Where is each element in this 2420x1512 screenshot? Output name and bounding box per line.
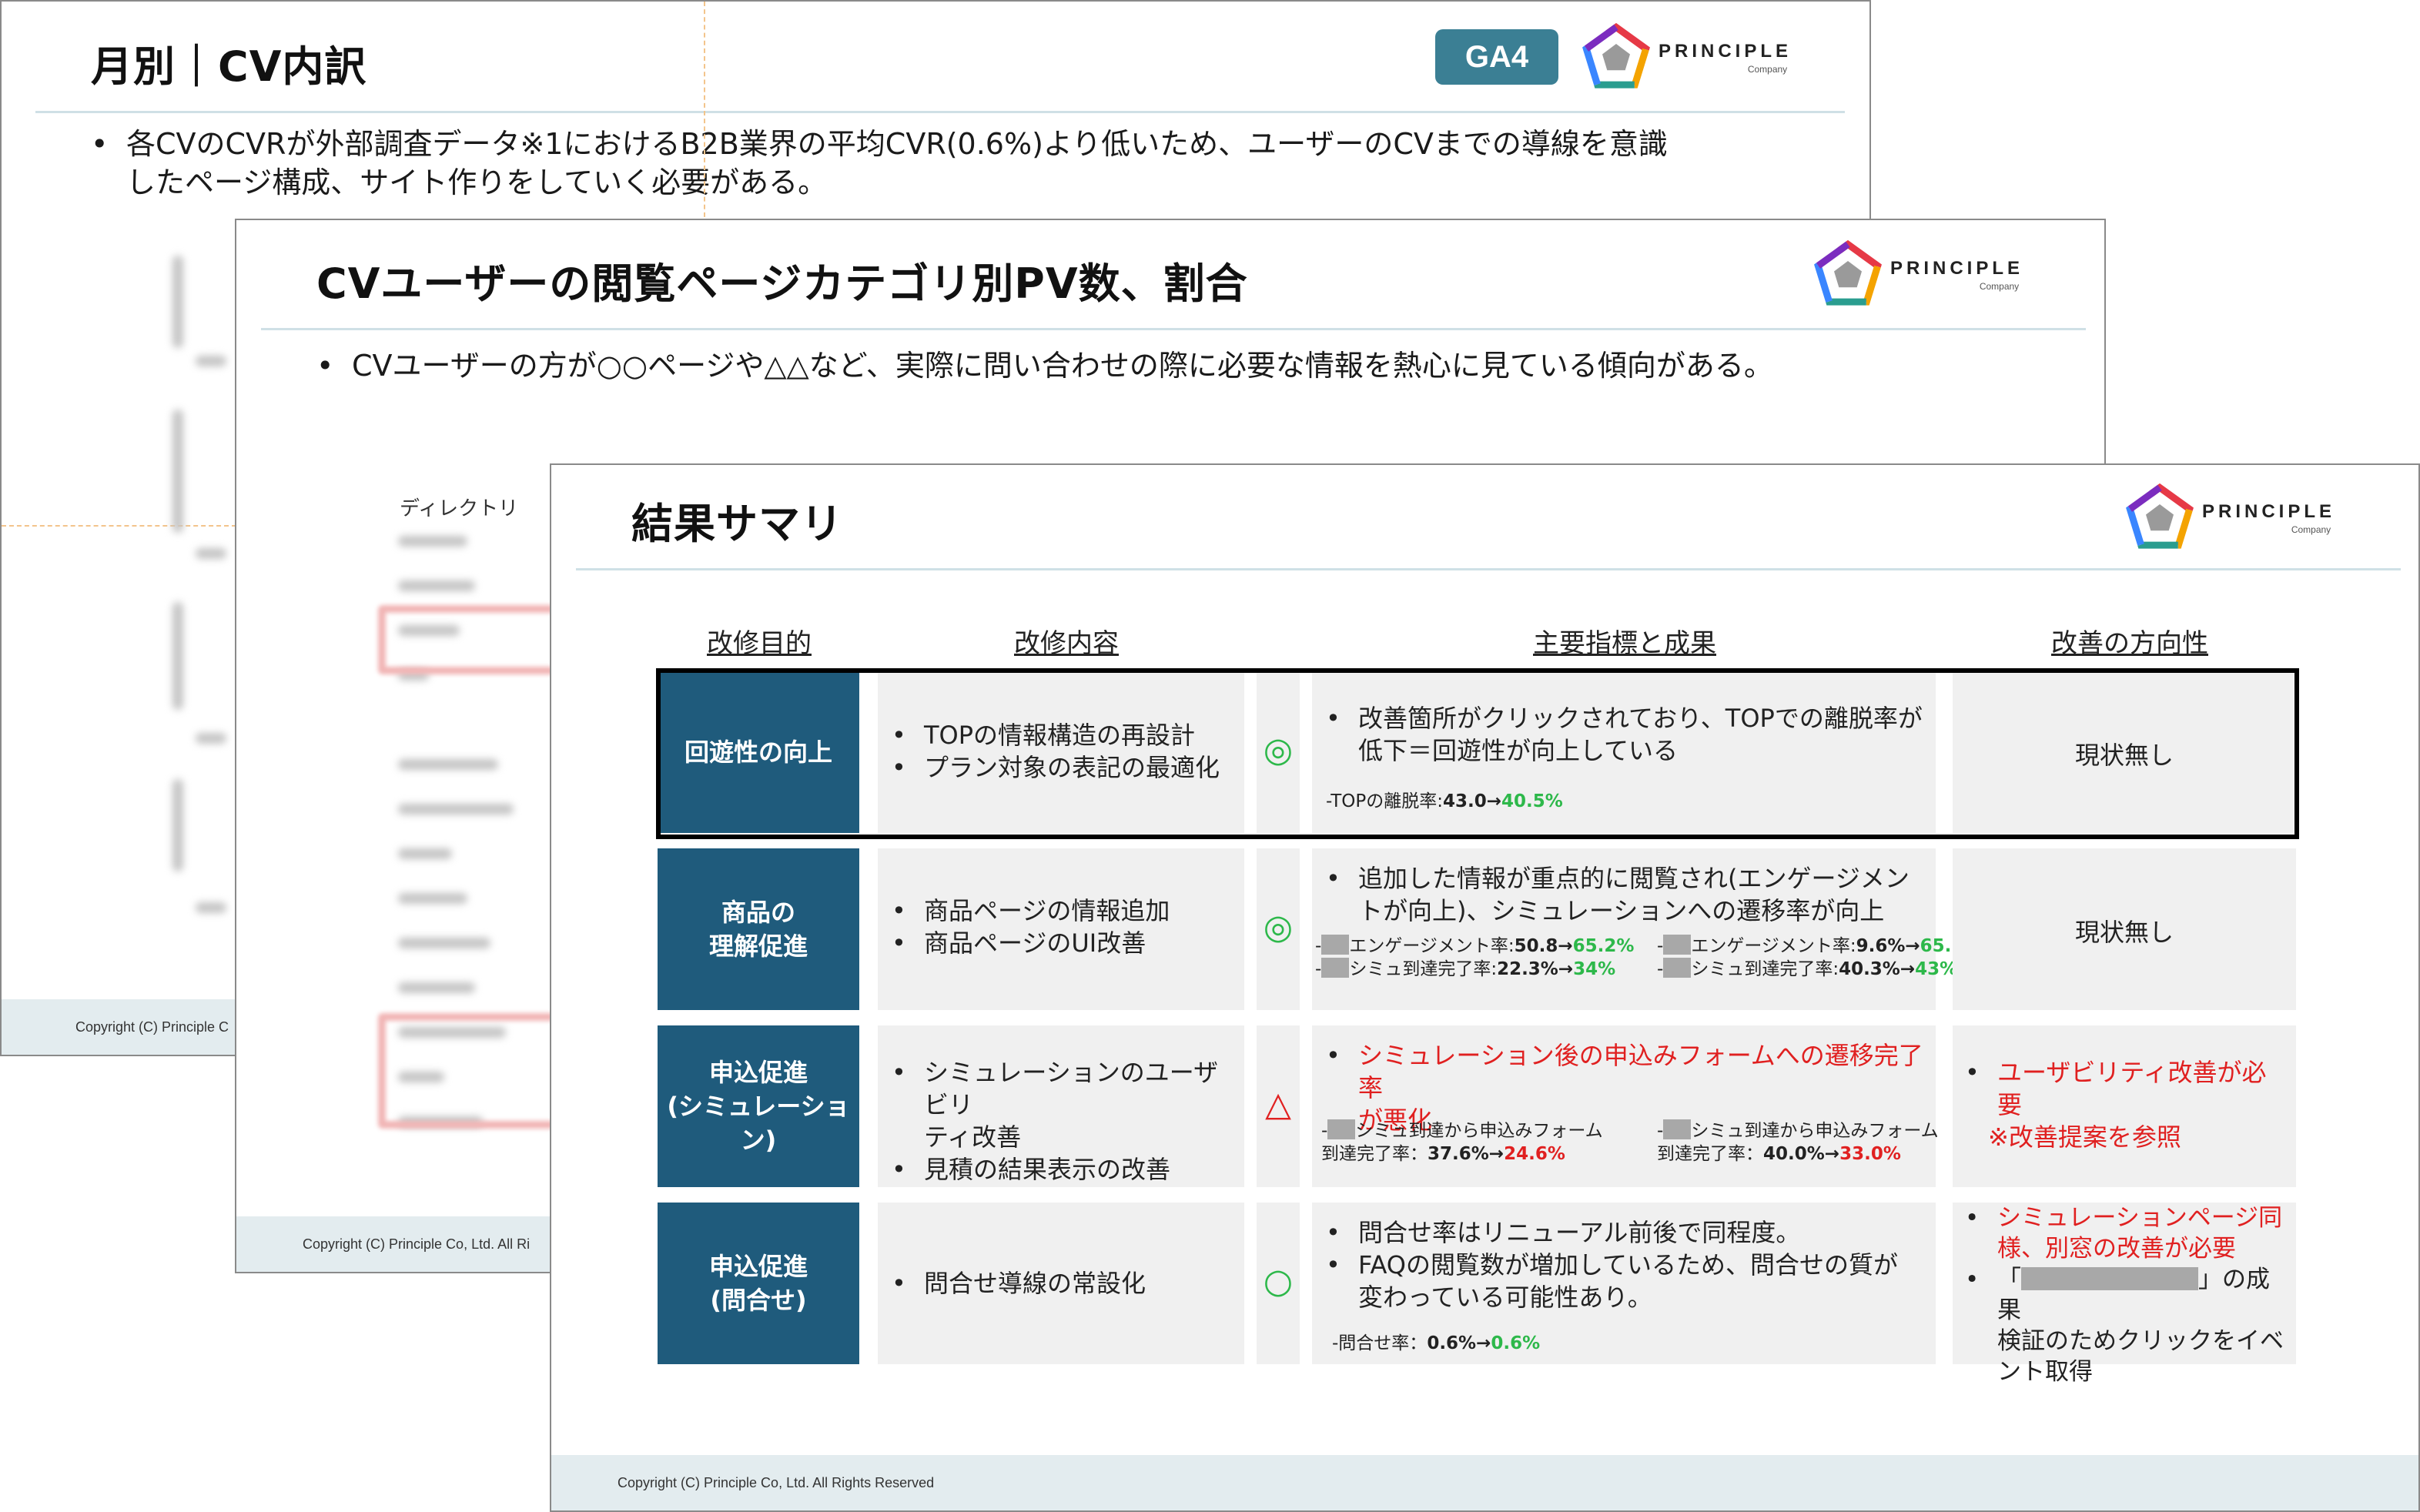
logo-sub: Company (2291, 524, 2331, 535)
row2-metric-a1: - エンゲージメント率:50.8→65.2% (1315, 935, 1635, 956)
row3-metric-b2: 到達完了率：40.0%→33.0% (1657, 1144, 1901, 1164)
principle-logo-icon (2126, 483, 2194, 549)
row4-direction: シミュレーションページ同 様、別窓の改善が必要 「」の成果 検証のためクリックを… (1954, 1203, 2293, 1387)
directory-label: ディレクトリ (400, 497, 519, 520)
row4-findings: 問合せ率はリニューアル前後で同程度。 FAQの閲覧数が増加しているため、問合せの… (1315, 1216, 1931, 1313)
highlight-box (378, 605, 578, 674)
double-circle-icon: ◎ (1263, 908, 1294, 947)
title-rule (35, 111, 1845, 113)
redacted-block (1663, 1119, 1692, 1139)
blurred-chart-axis (165, 240, 234, 979)
header-purpose: 改修目的 (707, 628, 812, 659)
row2-purpose: 商品の 理解促進 (658, 848, 859, 1010)
slide2-bullet: • CVユーザーの方が○○ページや△△など、実際に問い合わせの際に必要な情報を熱心… (316, 349, 1773, 383)
redacted-block (1663, 958, 1692, 978)
principle-logo: PRINCIPLE Company (1582, 23, 1792, 92)
row3-metric-a1: - シミュ到達から申込みフォーム (1321, 1119, 1603, 1141)
principle-logo: PRINCIPLE Company (2125, 483, 2335, 553)
redacted-block (1327, 1119, 1356, 1139)
highlight-box (378, 1013, 578, 1129)
triangle-icon: △ (1265, 1085, 1291, 1124)
row3-metric-b1: - シミュ到達から申込みフォーム (1657, 1119, 1939, 1141)
slide1-title: 月別｜CV内訳 (91, 42, 367, 91)
row2-direction: 現状無し (2074, 918, 2174, 947)
title-rule (261, 328, 2086, 330)
row4-content: 問合せ導線の常設化 (881, 1267, 1243, 1300)
principle-logo-icon (1582, 23, 1650, 89)
circle-icon: ○ (1263, 1262, 1294, 1301)
header-direction: 改善の方向性 (2051, 628, 2208, 659)
guide-line (704, 2, 705, 225)
row4-purpose: 申込促進 (問合せ) (658, 1203, 859, 1364)
logo-brand: PRINCIPLE (1890, 258, 2024, 279)
slide-result-summary: 結果サマリ PRINCIPLE Company 改修目的 改修内容 主要指標と成… (550, 463, 2420, 1512)
slide3-title: 結果サマリ (631, 500, 843, 548)
principle-logo: PRINCIPLE Company (1813, 240, 2023, 309)
slide3-footer: Copyright (C) Principle Co, Ltd. All Rig… (551, 1455, 2418, 1510)
logo-sub: Company (1747, 64, 1788, 75)
logo-brand: PRINCIPLE (1659, 41, 1792, 62)
logo-sub: Company (1979, 281, 2020, 292)
row3-metric-a2: 到達完了率：37.6%→24.6% (1321, 1144, 1565, 1164)
ga4-badge: GA4 (1435, 29, 1558, 85)
slide1-bullet: • 各CVのCVRが外部調査データ※1におけるB2B業界の平均CVR(0.6%)よ… (91, 127, 1668, 199)
row1-highlight-border (656, 668, 2299, 839)
slide2-title: CVユーザーの閲覧ページカテゴリ別PV数、割合 (316, 259, 1248, 308)
row2-findings: 追加した情報が重点的に閲覧され(エンゲージメン トが向上)、シミュレーションへの… (1315, 862, 1931, 927)
row2-content: 商品ページの情報追加 商品ページのUI改善 (881, 895, 1243, 959)
redacted-block (1321, 958, 1350, 978)
redacted-block (1663, 935, 1692, 955)
row2-metric-a2: - シミュ到達完了率:22.3%→34% (1315, 958, 1616, 979)
header-metrics: 主要指標と成果 (1533, 628, 1716, 659)
logo-brand: PRINCIPLE (2202, 501, 2336, 522)
row2-metric-b1: - エンゲージメント率:9.6%→65.1% (1657, 935, 1982, 956)
row3-purpose: 申込促進 (シミュレーション) (658, 1025, 859, 1187)
row2-metric-b2: - シミュ到達完了率:40.3%→43% (1657, 958, 1958, 979)
redacted-block (2021, 1267, 2198, 1290)
title-rule (576, 568, 2401, 570)
redacted-block (1321, 935, 1350, 955)
row3-direction: ユーザビリティ改善が必 要 ※改善提案を参照 (1954, 1056, 2293, 1153)
header-content: 改修内容 (1014, 628, 1119, 659)
row3-content: シミュレーションのユーザビリ ティ改善 見積の結果表示の改善 (881, 1056, 1243, 1186)
principle-logo-icon (1814, 240, 1882, 306)
row4-metric: -問合せ率：0.6%→0.6% (1332, 1333, 1541, 1353)
